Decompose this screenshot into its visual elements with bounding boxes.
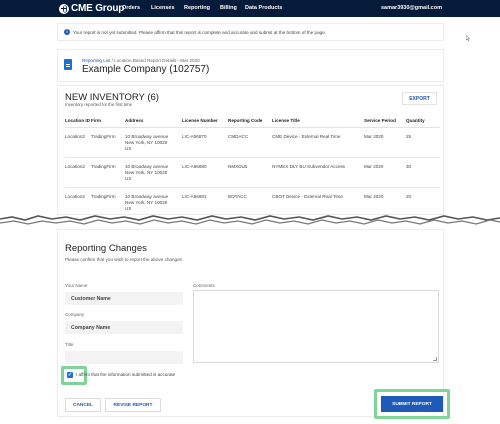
mouse-cursor-icon [466, 35, 470, 41]
globe-icon [59, 3, 69, 14]
info-icon: i [64, 29, 70, 35]
cell-service-period: Mar 2020 [364, 127, 406, 158]
column-header[interactable]: Service Period [364, 114, 406, 128]
address-line: US [125, 176, 132, 181]
cell-license-title: NYMEX DLY BU Subvendor Access [272, 157, 364, 188]
logo-text: CME Group [71, 3, 125, 14]
revise-report-button[interactable]: REVISE REPORT [105, 398, 161, 412]
cell-location: Location2 [65, 157, 91, 188]
user-email[interactable]: samar3930@gmail.com [381, 5, 442, 11]
reporting-changes-subtitle: Please confirm that you wish to report t… [65, 257, 182, 262]
column-header[interactable]: License Title [272, 114, 364, 128]
column-header[interactable]: Quantity [406, 114, 440, 128]
cancel-button[interactable]: CANCEL [65, 398, 101, 412]
cell-quantity: 25 [406, 127, 440, 158]
cme-logo[interactable]: CME Group [59, 3, 124, 14]
table-header-row: Location ID Firm Address License Number … [65, 114, 440, 128]
cell-reporting-code: CMDACC [228, 127, 272, 158]
resize-handle-icon[interactable] [433, 357, 437, 361]
cell-firm: TradingFirm [91, 157, 125, 188]
new-inventory-card: NEW INVENTORY (6) Inventory reported for… [57, 85, 444, 218]
cell-address: 10 Broadway avenue New York, NY 10020 US [125, 127, 182, 158]
torn-edge-divider [0, 215, 500, 230]
column-header[interactable]: Reporting Code [228, 114, 272, 128]
cell-location: Location2 [65, 127, 91, 158]
inventory-table: Location ID Firm Address License Number … [65, 114, 440, 218]
your-name-label: Your Name [65, 283, 88, 288]
cell-firm: TradingFirm [91, 127, 125, 158]
top-nav: CME Group Orders Licenses Reporting Bill… [0, 0, 500, 17]
nav-billing[interactable]: Billing [220, 5, 237, 11]
title-label: Title [65, 342, 74, 347]
table-row: Location2 TradingFirm 10 Broadway avenue… [65, 127, 440, 158]
report-header: Reporting List / Location Based Report D… [57, 49, 444, 82]
your-name-field[interactable]: Customer Name [65, 292, 183, 305]
column-header[interactable]: Address [125, 114, 182, 128]
cell-license-title: CME Device - External Real Time [272, 127, 364, 158]
comments-label: Comments [193, 283, 215, 288]
comments-textarea[interactable] [193, 290, 439, 363]
cell-service-period: Mar 2020 [364, 157, 406, 188]
title-field[interactable] [65, 351, 183, 364]
reporting-changes-card: Reporting Changes Please confirm that yo… [57, 229, 450, 419]
breadcrumb: Reporting List / Location Based Report D… [82, 58, 200, 63]
address-line: US [125, 146, 132, 151]
company-field[interactable]: Company Name [65, 321, 183, 334]
breadcrumb-current: / Location Based Report Details - Mar 20… [110, 58, 200, 63]
document-icon [64, 59, 72, 70]
column-header[interactable]: Location ID [65, 114, 91, 128]
column-header[interactable]: Firm [91, 114, 125, 128]
cell-reporting-code: NMXDLB [228, 157, 272, 188]
page-title: Example Company (102757) [82, 64, 210, 75]
nav-orders[interactable]: Orders [122, 5, 140, 11]
inventory-subtitle: Inventory reported for the first time [65, 102, 133, 107]
nav-data-products[interactable]: Data Products [245, 5, 282, 11]
alert-banner: i Your report is not yet submitted. Plea… [57, 23, 444, 41]
reporting-changes-title: Reporting Changes [65, 243, 147, 254]
cell-quantity: 30 [406, 157, 440, 188]
nav-licenses[interactable]: Licenses [151, 5, 175, 11]
breadcrumb-reporting-list[interactable]: Reporting List [82, 58, 110, 63]
submit-report-button[interactable]: SUBMIT REPORT [381, 396, 443, 412]
export-button[interactable]: EXPORT [402, 92, 437, 105]
affirm-checkbox[interactable]: ✓ [67, 372, 73, 378]
company-label: Company [65, 312, 85, 317]
column-header[interactable]: License Number [182, 114, 228, 128]
affirm-label: I affirm that the information submitted … [76, 372, 176, 377]
cell-license-number: LIC-A56870 [182, 127, 228, 158]
alert-text: Your report is not yet submitted. Please… [73, 29, 327, 35]
nav-reporting[interactable]: Reporting [184, 5, 210, 11]
cell-license-number: LIC-A56880 [182, 157, 228, 188]
table-row: Location2 TradingFirm 10 Broadway avenue… [65, 157, 440, 188]
cell-address: 10 Broadway avenue New York, NY 10020 US [125, 157, 182, 188]
